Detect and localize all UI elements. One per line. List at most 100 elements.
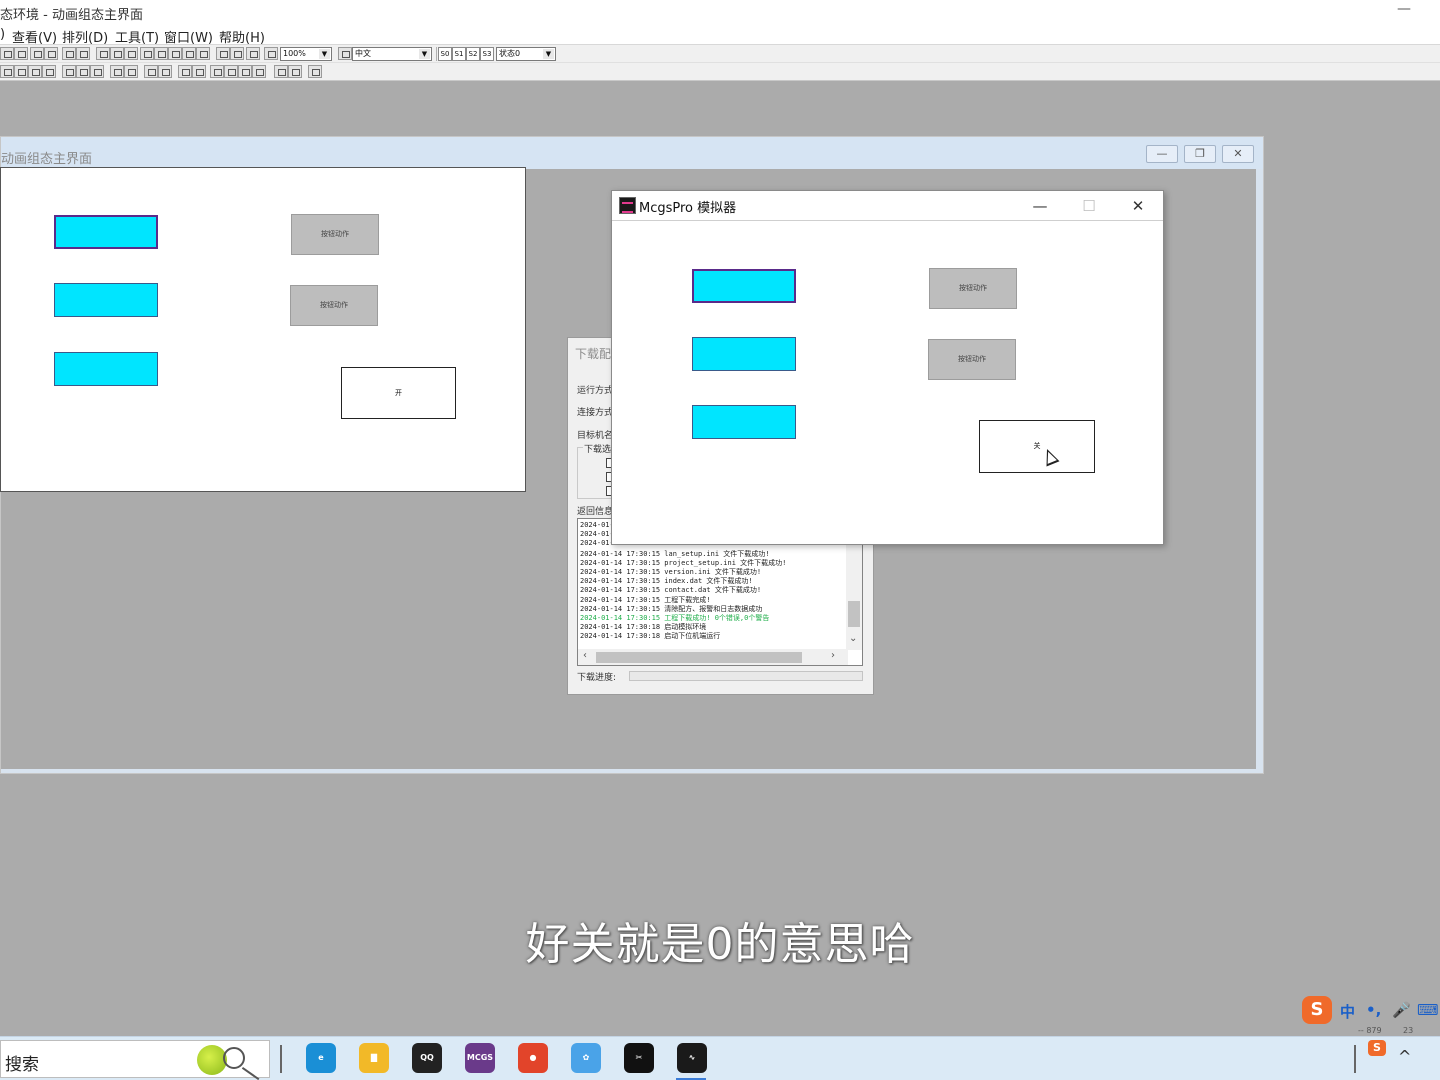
- cloud-icon[interactable]: ✿: [571, 1043, 601, 1073]
- sim-lamp[interactable]: 关: [979, 420, 1095, 473]
- align-top-icon[interactable]: [42, 65, 56, 78]
- log-vertical-thumb[interactable]: [848, 601, 860, 627]
- redo-icon[interactable]: [44, 47, 58, 60]
- scroll-down-icon[interactable]: ⌄: [849, 633, 857, 644]
- save-icon[interactable]: [14, 47, 28, 60]
- cut-icon[interactable]: [96, 47, 110, 60]
- simulator-titlebar[interactable]: McgsPro 模拟器 — ☐ ✕: [612, 191, 1163, 221]
- tool-icon[interactable]: [62, 47, 76, 60]
- state-s1-button[interactable]: S1: [452, 47, 466, 61]
- app-title: 态环境 - 动画组态主界面: [0, 8, 143, 23]
- log-horizontal-thumb[interactable]: [596, 652, 802, 663]
- same-height-icon[interactable]: [110, 65, 124, 78]
- editor-title: 动画组态主界面: [1, 152, 93, 167]
- tray-sogou-icon[interactable]: S: [1368, 1040, 1386, 1056]
- ime-punct-toggle[interactable]: •,: [1366, 1001, 1381, 1019]
- log-horizontal-scrollbar[interactable]: ‹ ›: [578, 649, 848, 665]
- group-icon[interactable]: [178, 65, 192, 78]
- simulator-maximize-button[interactable]: ☐: [1072, 195, 1106, 217]
- menu-partial[interactable]: ): [0, 27, 5, 42]
- edge-icon[interactable]: e: [306, 1043, 336, 1073]
- taskbar-search-label: 搜索: [5, 1055, 39, 1075]
- zoom-select[interactable]: 100% ▼: [280, 47, 332, 61]
- align-left-icon[interactable]: [0, 65, 14, 78]
- align-bottom-icon[interactable]: [76, 65, 90, 78]
- editor-restore-button[interactable]: ❐: [1184, 145, 1216, 163]
- undo-icon[interactable]: [30, 47, 44, 60]
- menu-window[interactable]: 窗口(W): [164, 27, 213, 46]
- chart-icon[interactable]: [196, 47, 210, 60]
- simulator-close-button[interactable]: ✕: [1121, 195, 1155, 217]
- menu-view[interactable]: 查看(V): [12, 27, 57, 46]
- simulator-minimize-button[interactable]: —: [1023, 195, 1057, 217]
- state-s2-button[interactable]: S2: [466, 47, 480, 61]
- color-icon[interactable]: [230, 47, 244, 60]
- back-icon[interactable]: [224, 65, 238, 78]
- menu-tools[interactable]: 工具(T): [115, 27, 159, 46]
- font-icon[interactable]: [216, 47, 230, 60]
- vspace-icon[interactable]: [158, 65, 172, 78]
- simulator-window: McgsPro 模拟器 — ☐ ✕ 按钮动作 按钮动作 关: [611, 190, 1164, 545]
- align-middle-icon[interactable]: [62, 65, 76, 78]
- app-minimize-button[interactable]: —: [1394, 2, 1414, 20]
- canvas-button-b[interactable]: 按钮动作: [290, 285, 378, 326]
- grid-toggle-icon[interactable]: [308, 65, 322, 78]
- copy-icon[interactable]: [110, 47, 124, 60]
- scroll-right-icon[interactable]: ›: [831, 650, 835, 661]
- taskbar: 搜索 e ▇ QQ MCGS ● ✿ ✂ ∿ ^: [0, 1036, 1440, 1080]
- ungroup-icon[interactable]: [192, 65, 206, 78]
- scroll-left-icon[interactable]: ‹: [583, 650, 587, 661]
- design-canvas[interactable]: 按钮动作 按钮动作 开: [0, 167, 526, 492]
- record-icon[interactable]: ●: [518, 1043, 548, 1073]
- paste-icon[interactable]: [124, 47, 138, 60]
- state-s3-button[interactable]: S3: [480, 47, 494, 61]
- sim-button-b[interactable]: 按钮动作: [928, 339, 1016, 380]
- align-icon[interactable]: [140, 47, 154, 60]
- sogou-logo-icon[interactable]: S: [1302, 996, 1332, 1024]
- cyan-rect-2[interactable]: [54, 283, 158, 317]
- open-icon[interactable]: [0, 47, 14, 60]
- qq-icon[interactable]: QQ: [412, 1043, 442, 1073]
- table-icon[interactable]: [182, 47, 196, 60]
- menu-help[interactable]: 帮助(H): [219, 27, 265, 46]
- editor-close-button[interactable]: ✕: [1222, 145, 1254, 163]
- zoom-icon[interactable]: [264, 47, 278, 60]
- editor-titlebar[interactable]: 动画组态主界面 — ❐ ✕: [1, 137, 1263, 169]
- sim-button-a[interactable]: 按钮动作: [929, 268, 1017, 309]
- menu-arrange[interactable]: 排列(D): [62, 27, 108, 46]
- status-number-left: -- 879: [1358, 1026, 1382, 1035]
- mcgs-icon[interactable]: MCGS: [465, 1043, 495, 1073]
- lock-icon[interactable]: [274, 65, 288, 78]
- taskbar-divider-right: [1354, 1045, 1356, 1073]
- ime-language-toggle[interactable]: 中: [1340, 1001, 1355, 1022]
- state-select[interactable]: 状态0 ▼: [496, 47, 556, 61]
- same-width-icon[interactable]: [90, 65, 104, 78]
- capcut-icon[interactable]: ✂: [624, 1043, 654, 1073]
- canvas-button-a[interactable]: 按钮动作: [291, 214, 379, 255]
- align-center-icon[interactable]: [14, 65, 28, 78]
- keyboard-icon[interactable]: ⌨: [1417, 1001, 1439, 1019]
- editor-minimize-button[interactable]: —: [1146, 145, 1178, 163]
- unlock-icon[interactable]: [288, 65, 302, 78]
- forward-icon[interactable]: [238, 65, 252, 78]
- state-s0-button[interactable]: S0: [438, 47, 452, 61]
- cyan-rect-1[interactable]: [54, 215, 158, 249]
- layer-icon[interactable]: [246, 47, 260, 60]
- backward-icon[interactable]: [252, 65, 266, 78]
- mcgs-sim-icon[interactable]: ∿: [677, 1043, 707, 1073]
- font-picker-icon[interactable]: [338, 47, 352, 60]
- microphone-icon[interactable]: 🎤: [1392, 1001, 1411, 1019]
- font-select[interactable]: 中文 ▼: [352, 47, 432, 61]
- tray-expand-icon[interactable]: ^: [1398, 1047, 1411, 1066]
- same-size-icon[interactable]: [124, 65, 138, 78]
- taskbar-search-box[interactable]: 搜索: [0, 1040, 270, 1078]
- align-right-icon[interactable]: [28, 65, 42, 78]
- front-icon[interactable]: [210, 65, 224, 78]
- file-explorer-icon[interactable]: ▇: [359, 1043, 389, 1073]
- grid-icon[interactable]: [154, 47, 168, 60]
- canvas-lamp[interactable]: 开: [341, 367, 456, 419]
- hspace-icon[interactable]: [144, 65, 158, 78]
- cyan-rect-3[interactable]: [54, 352, 158, 386]
- property-icon[interactable]: [76, 47, 90, 60]
- list-icon[interactable]: [168, 47, 182, 60]
